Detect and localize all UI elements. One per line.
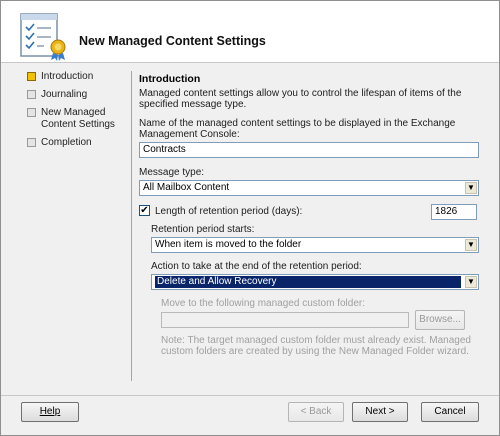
move-row: Browse... (161, 310, 479, 330)
dropdown-arrow-icon[interactable]: ▼ (465, 239, 477, 251)
retention-starts-label: Retention period starts: (151, 224, 255, 235)
wizard-content: Introduction Managed content settings al… (139, 71, 479, 357)
retention-starts-value: When item is moved to the folder (155, 239, 302, 250)
name-label: Name of the managed content settings to … (139, 118, 456, 140)
step-current-icon (27, 72, 36, 81)
page-heading: Introduction (139, 73, 201, 85)
retention-options: Retention period starts: When item is mo… (151, 224, 479, 357)
step-pending-icon (27, 108, 36, 117)
wizard-title: New Managed Content Settings (79, 34, 266, 48)
nav-divider (131, 71, 132, 381)
move-label: Move to the following managed custom fol… (161, 298, 365, 309)
message-type-value: All Mailbox Content (143, 182, 230, 193)
name-input[interactable]: Contracts (139, 142, 479, 158)
nav-step-label: Introduction (41, 71, 94, 82)
nav-step-label: Journaling (41, 89, 88, 100)
action-value: Delete and Allow Recovery (155, 276, 461, 288)
step-pending-icon (27, 90, 36, 99)
move-folder-input[interactable] (161, 312, 409, 328)
help-button[interactable]: Help (21, 402, 79, 422)
help-button-label: Help (39, 406, 61, 417)
nav-step-label: Completion (41, 137, 92, 148)
message-type-label: Message type: (139, 167, 205, 178)
message-type-select[interactable]: All Mailbox Content ▼ (139, 180, 479, 196)
retention-row: ✔ Length of retention period (days): 182… (139, 204, 479, 220)
retention-checkbox[interactable]: ✔ (139, 205, 150, 216)
action-label: Action to take at the end of the retenti… (151, 261, 362, 272)
page-description: Managed content settings allow you to co… (139, 88, 462, 110)
nav-step-journaling[interactable]: Journaling (25, 89, 135, 101)
dropdown-arrow-icon[interactable]: ▼ (465, 182, 477, 194)
retention-starts-select[interactable]: When item is moved to the folder ▼ (151, 237, 479, 253)
move-note: Note: The target managed custom folder m… (161, 335, 471, 357)
nav-step-label: New Managed Content Settings (41, 107, 115, 130)
nav-step-introduction[interactable]: Introduction (25, 71, 135, 83)
next-button[interactable]: Next > (352, 402, 408, 422)
dropdown-arrow-icon[interactable]: ▼ (465, 276, 477, 288)
nav-step-new-managed-content-settings[interactable]: New Managed Content Settings (25, 107, 135, 131)
move-section: Move to the following managed custom fol… (161, 298, 479, 357)
retention-days-input[interactable]: 1826 (431, 204, 477, 220)
action-select[interactable]: Delete and Allow Recovery ▼ (151, 274, 479, 290)
retention-checkbox-label: Length of retention period (days): (155, 206, 303, 217)
wizard-certificate-icon (18, 11, 72, 61)
wizard-window: New Managed Content Settings Introductio… (0, 0, 500, 436)
step-pending-icon (27, 138, 36, 147)
footer-divider (1, 395, 499, 396)
wizard-steps-nav: Introduction Journaling New Managed Cont… (25, 71, 135, 155)
nav-step-completion[interactable]: Completion (25, 137, 135, 149)
cancel-button[interactable]: Cancel (421, 402, 479, 422)
wizard-header: New Managed Content Settings (1, 1, 499, 63)
back-button[interactable]: < Back (288, 402, 344, 422)
browse-button[interactable]: Browse... (415, 310, 465, 330)
